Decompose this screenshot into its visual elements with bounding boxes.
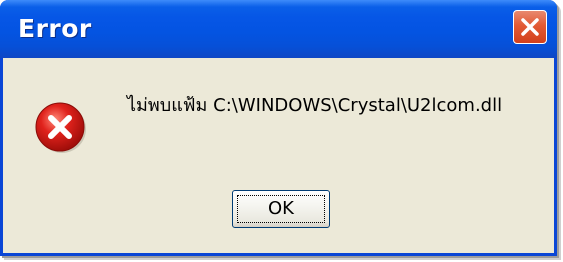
- title-bar[interactable]: Error: [0, 0, 557, 58]
- window-title: Error: [18, 14, 92, 43]
- error-icon: [35, 102, 86, 153]
- error-message: ไม่พบแฟ้ม C:\WINDOWS\Crystal\U2lcom.dll: [127, 95, 503, 116]
- close-icon: [521, 18, 539, 36]
- close-button[interactable]: [513, 10, 547, 44]
- dialog-content: ไม่พบแฟ้ม C:\WINDOWS\Crystal\U2lcom.dll …: [3, 58, 554, 253]
- ok-button[interactable]: OK: [232, 190, 330, 228]
- ok-button-label: OK: [268, 198, 294, 219]
- error-dialog: Error ไม่พบแฟ้ม C:\WINDOWS\Crystal\U2lco…: [0, 0, 557, 256]
